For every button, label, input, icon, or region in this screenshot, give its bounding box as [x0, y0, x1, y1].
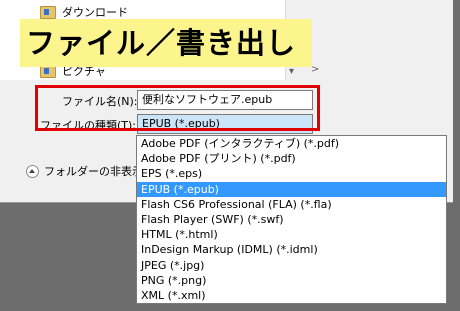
callout-highlight: [35, 85, 320, 131]
dropdown-option[interactable]: Adobe PDF (インタラクティブ) (*.pdf): [137, 136, 446, 151]
scroll-right-icon[interactable]: >: [311, 64, 319, 75]
dropdown-option[interactable]: EPS (*.eps): [137, 166, 446, 181]
scroll-down-icon[interactable]: ▾: [289, 66, 294, 77]
chevron-up-icon: [26, 164, 39, 178]
hide-folders-toggle[interactable]: フォルダーの非表示: [26, 163, 143, 179]
title-banner: ファイル／書き出し: [20, 19, 312, 67]
dropdown-option[interactable]: InDesign Markup (IDML) (*.idml): [137, 242, 446, 257]
dropdown-option-selected[interactable]: EPUB (*.epub): [137, 181, 446, 197]
dropdown-option[interactable]: Flash Player (SWF) (*.swf): [137, 212, 446, 227]
tree-item-label: ダウンロード: [62, 6, 128, 19]
dropdown-option[interactable]: XML (*.xml): [137, 288, 446, 303]
dropdown-option[interactable]: Flash CS6 Professional (FLA) (*.fla): [137, 197, 446, 212]
dropdown-option[interactable]: PNG (*.png): [137, 273, 446, 288]
download-folder-icon: [40, 5, 56, 19]
hide-folders-label: フォルダーの非表示: [44, 165, 143, 178]
filetype-dropdown-list[interactable]: Adobe PDF (インタラクティブ) (*.pdf) Adobe PDF (…: [136, 135, 447, 304]
dropdown-option[interactable]: JPEG (*.jpg): [137, 258, 446, 273]
dropdown-option[interactable]: Adobe PDF (プリント) (*.pdf): [137, 151, 446, 166]
dropdown-option[interactable]: HTML (*.html): [137, 227, 446, 242]
horizontal-scrollbar[interactable]: >: [302, 0, 453, 80]
